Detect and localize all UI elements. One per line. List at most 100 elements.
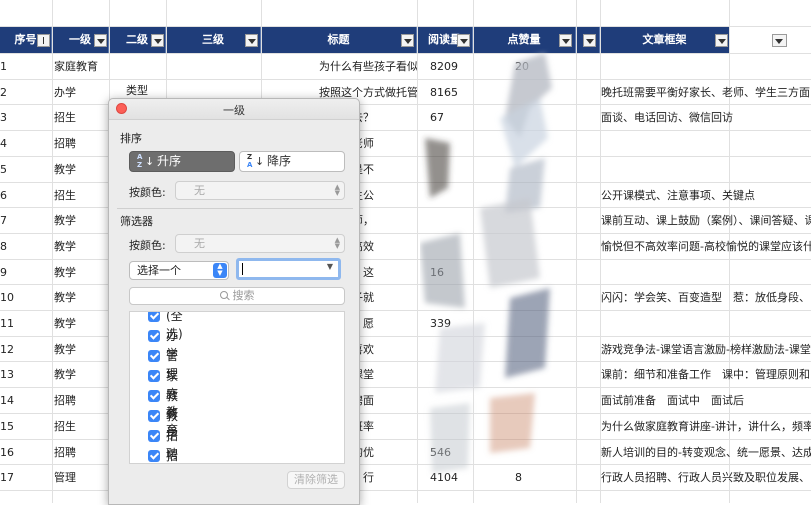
filter-sort-dialog: 一级 排序 AZ ↓ 升序 ZA ↓ 降序 按颜色: 无 ▲ ▼ 筛选器 按颜色:… bbox=[108, 98, 360, 505]
grid-line bbox=[0, 53, 811, 54]
cell-seq[interactable]: 4 bbox=[0, 137, 7, 150]
cell-framework[interactable]: 公开课模式、注意事项、关键点 bbox=[601, 189, 811, 202]
filter-heading: 筛选器 bbox=[120, 215, 153, 228]
clear-filter-button[interactable]: 清除筛选 bbox=[287, 471, 345, 489]
header-title[interactable]: 标题 bbox=[261, 27, 417, 53]
filter-values-list: (全选) 办学 管理 家庭教育 教务 教学 招聘 招生 bbox=[129, 311, 345, 464]
checkbox-checked-icon[interactable] bbox=[148, 370, 160, 382]
sort-ascending-button[interactable]: AZ ↓ 升序 bbox=[129, 151, 235, 172]
filter-dropdown-icon[interactable] bbox=[245, 34, 258, 47]
cell-level1[interactable]: 教学 bbox=[54, 343, 76, 356]
cell-level1[interactable]: 招生 bbox=[54, 189, 76, 202]
cell-framework[interactable]: 行政人员招聘、行政人员兴致及职位发展、 bbox=[601, 471, 811, 484]
filter-dropdown-icon[interactable] bbox=[583, 34, 596, 47]
sort-color-select[interactable]: 无 ▲ ▼ bbox=[175, 181, 345, 200]
dialog-titlebar[interactable]: 一级 bbox=[109, 99, 359, 120]
sort-ascending-label: 升序 bbox=[157, 154, 182, 168]
cell-seq[interactable]: 8 bbox=[0, 240, 7, 253]
chevron-updown-icon: ▲ ▼ bbox=[213, 263, 227, 278]
cell-seq[interactable]: 17 bbox=[0, 471, 14, 484]
chevron-updown-icon: ▲ ▼ bbox=[334, 236, 340, 250]
cell-framework[interactable]: 面试前准备 面试中 面试后 bbox=[601, 394, 811, 407]
checkbox-checked-icon[interactable] bbox=[148, 312, 160, 322]
cell-seq[interactable]: 1 bbox=[0, 60, 7, 73]
checkbox-checked-icon[interactable] bbox=[148, 430, 160, 442]
cell-framework[interactable]: 愉悦但不高效率问题-高校愉悦的课堂应该什 bbox=[601, 240, 811, 253]
filter-dropdown-icon[interactable] bbox=[559, 34, 572, 47]
cell-level1[interactable]: 招聘 bbox=[54, 394, 76, 407]
cell-seq[interactable]: 5 bbox=[0, 163, 7, 176]
cell-seq[interactable]: 16 bbox=[0, 446, 14, 459]
search-icon bbox=[219, 291, 230, 301]
filter-dropdown-icon[interactable] bbox=[715, 34, 728, 47]
checkbox-checked-icon[interactable] bbox=[148, 350, 160, 362]
cell-framework[interactable]: 晚托班需要平衡好家长、老师、学生三方面 bbox=[601, 86, 811, 99]
filter-dropdown-icon[interactable] bbox=[457, 34, 470, 47]
cell-seq[interactable]: 9 bbox=[0, 266, 7, 279]
cell-seq[interactable]: 10 bbox=[0, 291, 14, 304]
sort-ascending-icon: AZ ↓ bbox=[137, 153, 155, 169]
cell-framework[interactable]: 面谈、电话回访、微信回访 bbox=[601, 111, 811, 124]
cell-level1[interactable]: 招聘 bbox=[54, 446, 76, 459]
cell-level1[interactable]: 教学 bbox=[54, 266, 76, 279]
filter-condition-select[interactable]: 选择一个 ▲ ▼ bbox=[129, 261, 229, 280]
cell-seq[interactable]: 12 bbox=[0, 343, 14, 356]
sort-color-value: 无 bbox=[194, 184, 205, 197]
redacted-region bbox=[420, 53, 552, 473]
cell-framework[interactable]: 课前：细节和准备工作 课中：管理原则和 bbox=[601, 368, 811, 381]
sort-by-color-label: 按颜色: bbox=[129, 186, 166, 199]
search-placeholder: 搜索 bbox=[232, 289, 255, 302]
cell-seq[interactable]: 11 bbox=[0, 317, 14, 330]
filter-dropdown-icon[interactable] bbox=[401, 34, 414, 47]
grid-line bbox=[52, 0, 53, 503]
cell-level1[interactable]: 教学 bbox=[54, 163, 76, 176]
cell-level1[interactable]: 教学 bbox=[54, 291, 76, 304]
filter-color-value: 无 bbox=[194, 237, 205, 250]
cell-level1[interactable]: 招聘 bbox=[54, 137, 76, 150]
checkbox-checked-icon[interactable] bbox=[148, 390, 160, 402]
search-input[interactable]: 搜索 bbox=[129, 287, 345, 305]
cell-framework[interactable]: 为什么做家庭教育讲座-讲计，讲什么，频率 bbox=[601, 420, 811, 433]
cell-title[interactable]: 为什么有些孩子看似 bbox=[319, 60, 417, 73]
cell-level1[interactable]: 管理 bbox=[54, 471, 76, 484]
filter-dropdown-icon[interactable] bbox=[94, 34, 107, 47]
cell-level1[interactable]: 家庭教育 bbox=[54, 60, 98, 73]
chevron-updown-icon: ▲ ▼ bbox=[334, 183, 340, 197]
grid-line bbox=[0, 26, 811, 27]
text-caret bbox=[242, 263, 243, 275]
cell-framework[interactable]: 课前互动、课上鼓励（案例）、课间答疑、课 bbox=[601, 214, 811, 227]
cell-level1[interactable]: 教学 bbox=[54, 317, 76, 330]
header-framework[interactable]: 文章框架 bbox=[600, 27, 729, 53]
sort-heading: 排序 bbox=[120, 132, 142, 145]
cell-framework[interactable]: 游戏竞争法-课堂语言激励-榜样激励法-课堂 bbox=[601, 343, 811, 356]
checkbox-checked-icon[interactable] bbox=[148, 330, 160, 342]
chevron-down-icon[interactable]: ▼ bbox=[327, 262, 333, 271]
filter-dropdown-icon[interactable] bbox=[772, 34, 787, 47]
sort-descending-button[interactable]: ZA ↓ 降序 bbox=[239, 151, 345, 172]
cell-level1[interactable]: 教学 bbox=[54, 368, 76, 381]
cell-framework[interactable]: 新人培训的目的-转变观念、统一愿景、达成 bbox=[601, 446, 811, 459]
filter-color-select[interactable]: 无 ▲ ▼ bbox=[175, 234, 345, 253]
cell-level1[interactable]: 招生 bbox=[54, 111, 76, 124]
cell-seq[interactable]: 6 bbox=[0, 189, 7, 202]
cell-seq[interactable]: 7 bbox=[0, 214, 7, 227]
cell-framework[interactable]: 闪闪：学会笑、百变造型 惹：放低身段、 bbox=[601, 291, 811, 304]
checkbox-checked-icon[interactable] bbox=[148, 450, 160, 462]
grid-line bbox=[576, 0, 577, 503]
cell-level2-type[interactable]: 类型 bbox=[126, 84, 148, 97]
cell-level1[interactable]: 办学 bbox=[54, 86, 76, 99]
cell-seq[interactable]: 3 bbox=[0, 111, 7, 124]
cell-level1[interactable]: 教学 bbox=[54, 214, 76, 227]
cell-level1[interactable]: 招生 bbox=[54, 420, 76, 433]
filter-value-input[interactable]: ▼ bbox=[236, 258, 341, 280]
cell-seq[interactable]: 14 bbox=[0, 394, 14, 407]
grid-line bbox=[0, 79, 811, 80]
cell-seq[interactable]: 13 bbox=[0, 368, 14, 381]
checkbox-checked-icon[interactable] bbox=[148, 410, 160, 422]
sort-ascending-icon[interactable] bbox=[37, 34, 50, 47]
cell-seq[interactable]: 2 bbox=[0, 86, 7, 99]
filter-dropdown-icon[interactable] bbox=[151, 34, 164, 47]
sort-descending-icon: ZA ↓ bbox=[247, 153, 265, 169]
cell-level1[interactable]: 教学 bbox=[54, 240, 76, 253]
cell-seq[interactable]: 15 bbox=[0, 420, 14, 433]
